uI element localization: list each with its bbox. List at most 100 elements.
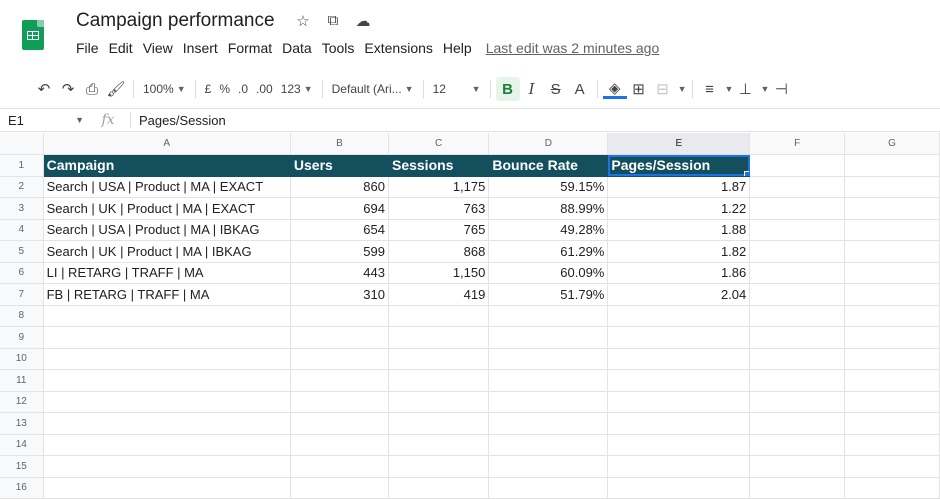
cell-sessions[interactable]: 763	[388, 197, 490, 220]
header-cell-pages-session[interactable]: Pages/Session	[607, 154, 751, 177]
cell-campaign[interactable]: Search | USA | Product | MA | IBKAG	[43, 219, 291, 241]
cell-campaign[interactable]: Search | UK | Product | MA | IBKAG	[43, 240, 291, 263]
cell[interactable]	[607, 348, 751, 370]
cell[interactable]	[388, 455, 490, 478]
cell[interactable]	[388, 434, 490, 456]
row-number[interactable]: 16	[0, 477, 44, 499]
cell-bounce-rate[interactable]: 61.29%	[488, 240, 609, 263]
cell[interactable]	[43, 434, 291, 456]
cell[interactable]	[844, 391, 940, 413]
cell[interactable]	[43, 455, 291, 478]
cell-pages-session[interactable]: 1.82	[607, 240, 751, 263]
cell[interactable]	[749, 305, 846, 327]
decrease-decimal-button[interactable]: .0	[234, 77, 252, 101]
cell[interactable]	[844, 326, 940, 349]
menu-insert[interactable]: Insert	[183, 40, 218, 56]
cell[interactable]	[488, 455, 609, 478]
paint-format-icon[interactable]: 🖌	[104, 77, 128, 101]
cell[interactable]	[290, 412, 389, 435]
cell[interactable]	[749, 391, 846, 413]
cell[interactable]	[488, 391, 609, 413]
column-header-b[interactable]: B	[290, 133, 389, 155]
menu-help[interactable]: Help	[443, 40, 472, 56]
cell-campaign[interactable]: Search | USA | Product | MA | EXACT	[43, 176, 291, 198]
column-header-g[interactable]: G	[844, 133, 940, 155]
row-number[interactable]: 15	[0, 455, 44, 478]
cell[interactable]	[607, 477, 751, 499]
cell[interactable]	[43, 326, 291, 349]
strikethrough-button[interactable]: S	[544, 77, 568, 101]
cell-pages-session[interactable]: 1.22	[607, 197, 751, 220]
cell[interactable]	[388, 477, 490, 499]
cell[interactable]	[43, 348, 291, 370]
document-title[interactable]: Campaign performance	[76, 10, 275, 32]
row-number[interactable]: 7	[0, 283, 44, 306]
menu-tools[interactable]: Tools	[322, 40, 355, 56]
row-number[interactable]: 6	[0, 262, 44, 284]
cell[interactable]	[749, 240, 846, 263]
borders-icon[interactable]: ⊞	[627, 77, 651, 101]
cell[interactable]	[844, 262, 940, 284]
cell[interactable]	[607, 455, 751, 478]
row-number[interactable]: 10	[0, 348, 44, 370]
menu-edit[interactable]: Edit	[109, 40, 133, 56]
formula-input[interactable]: Pages/Session	[139, 113, 226, 128]
cell[interactable]	[844, 219, 940, 241]
cell[interactable]	[290, 348, 389, 370]
fill-handle[interactable]	[744, 170, 749, 176]
cell[interactable]	[488, 369, 609, 392]
cell[interactable]	[749, 326, 846, 349]
select-all-corner[interactable]	[0, 133, 44, 155]
cell[interactable]	[43, 477, 291, 499]
header-cell-sessions[interactable]: Sessions	[388, 154, 490, 177]
menu-view[interactable]: View	[143, 40, 173, 56]
cell-bounce-rate[interactable]: 59.15%	[488, 176, 609, 198]
cell[interactable]	[749, 262, 846, 284]
cell-users[interactable]: 599	[290, 240, 389, 263]
row-number[interactable]: 5	[0, 240, 44, 263]
cell-users[interactable]: 654	[290, 219, 389, 241]
cell-sessions[interactable]: 419	[388, 283, 490, 306]
print-icon[interactable]: ⎙	[80, 77, 104, 101]
cell[interactable]	[844, 240, 940, 263]
cell-campaign[interactable]: Search | UK | Product | MA | EXACT	[43, 197, 291, 220]
cell[interactable]	[290, 455, 389, 478]
row-number[interactable]: 3	[0, 197, 44, 220]
column-header-f[interactable]: F	[749, 133, 846, 155]
cell[interactable]	[844, 412, 940, 435]
cell[interactable]	[290, 434, 389, 456]
cell-pages-session[interactable]: 1.87	[607, 176, 751, 198]
spreadsheet-grid[interactable]: A B C D E F G 1 Campaign Users Sessions …	[0, 133, 940, 500]
redo-icon[interactable]: ↷	[56, 77, 80, 101]
font-size-select[interactable]: 12 ▼	[429, 77, 485, 101]
cell-bounce-rate[interactable]: 49.28%	[488, 219, 609, 241]
cell[interactable]	[844, 283, 940, 306]
increase-decimal-button[interactable]: .00	[252, 77, 277, 101]
cell[interactable]	[488, 412, 609, 435]
last-edit-link[interactable]: Last edit was 2 minutes ago	[486, 40, 660, 56]
menu-file[interactable]: File	[76, 40, 99, 56]
cell[interactable]	[388, 391, 490, 413]
cell[interactable]	[844, 369, 940, 392]
cell[interactable]	[607, 434, 751, 456]
cell-users[interactable]: 694	[290, 197, 389, 220]
font-select[interactable]: Default (Ari... ▼	[328, 77, 418, 101]
header-cell-users[interactable]: Users	[290, 154, 389, 177]
name-box[interactable]: E1 ▼	[0, 113, 92, 128]
cell[interactable]	[749, 197, 846, 220]
cell-users[interactable]: 443	[290, 262, 389, 284]
cell[interactable]	[844, 477, 940, 499]
fill-color-icon[interactable]: ◈	[602, 79, 627, 99]
cell[interactable]	[607, 391, 751, 413]
cell[interactable]	[43, 391, 291, 413]
cell[interactable]	[488, 305, 609, 327]
percent-format-button[interactable]: %	[215, 77, 234, 101]
cell-sessions[interactable]: 765	[388, 219, 490, 241]
cell[interactable]	[43, 412, 291, 435]
cell[interactable]	[844, 305, 940, 327]
cell[interactable]	[607, 326, 751, 349]
row-number[interactable]: 9	[0, 326, 44, 349]
cell-bounce-rate[interactable]: 51.79%	[488, 283, 609, 306]
cell-campaign[interactable]: FB | RETARG | TRAFF | MA	[43, 283, 291, 306]
cell[interactable]	[43, 305, 291, 327]
